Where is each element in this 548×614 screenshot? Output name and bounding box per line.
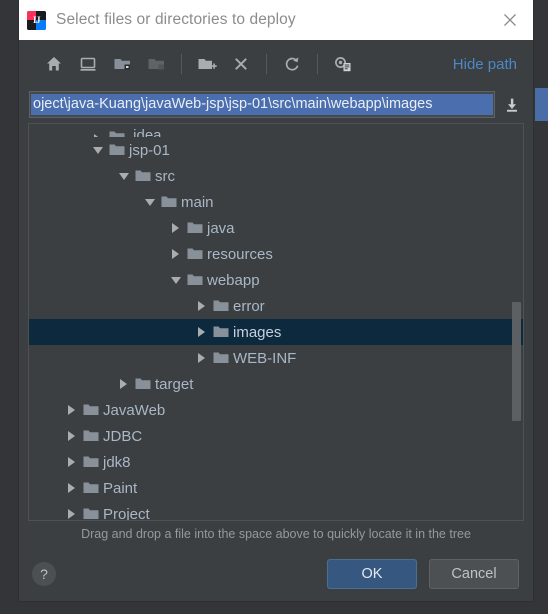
chevron-down-icon[interactable] (89, 146, 106, 154)
tree-row-web-inf[interactable]: WEB-INF (29, 345, 523, 371)
tree-row-java[interactable]: java (29, 215, 523, 241)
chevron-right-icon[interactable] (63, 405, 80, 415)
tree-scrollbar-thumb[interactable] (512, 302, 521, 421)
tree-row-label: src (155, 167, 175, 185)
tree-row-label: error (233, 297, 265, 315)
tree-row-main[interactable]: main (29, 189, 523, 215)
download-icon[interactable] (499, 91, 525, 118)
cancel-button[interactable]: Cancel (429, 559, 519, 589)
hide-path-link[interactable]: Hide path (453, 56, 517, 73)
chevron-right-icon[interactable] (167, 249, 184, 259)
toolbar-separator (317, 54, 318, 74)
dialog-toolbar: Hide path (19, 40, 533, 88)
folder-icon (184, 247, 205, 261)
chevron-right-icon[interactable] (63, 431, 80, 441)
tree-row-error[interactable]: error (29, 293, 523, 319)
tree-row-label: Paint (103, 479, 138, 497)
tree-row-resources[interactable]: resources (29, 241, 523, 267)
folder-icon (132, 377, 153, 391)
path-input-value: oject\java-Kuang\javaWeb-jsp\jsp-01\src\… (33, 95, 433, 112)
dialog-button-bar: ? OK Cancel (19, 547, 533, 601)
tree-row-label: images (233, 323, 282, 341)
directory-tree[interactable]: .idea jsp-01 src main java resources webapp err… (29, 124, 523, 520)
tree-row-jdbc[interactable]: JDBC (29, 423, 523, 449)
chevron-right-icon[interactable] (193, 301, 210, 311)
dialog-titlebar: IJ Select files or directories to deploy (19, 0, 533, 40)
module-folder-icon[interactable] (139, 48, 173, 80)
tree-row-label: JavaWeb (103, 401, 166, 419)
window-left-edge (0, 0, 18, 614)
show-hidden-files-icon[interactable] (326, 48, 360, 80)
intellij-idea-logo-icon: IJ (27, 10, 46, 30)
path-input[interactable]: oject\java-Kuang\javaWeb-jsp\jsp-01\src\… (29, 91, 495, 118)
tree-row-label: main (181, 193, 214, 211)
delete-icon[interactable] (224, 48, 258, 80)
ok-button[interactable]: OK (327, 559, 417, 589)
tree-row--idea[interactable]: .idea (29, 124, 523, 137)
chevron-right-icon[interactable] (63, 457, 80, 467)
tree-row-label: webapp (207, 271, 260, 289)
tree-row-label: java (207, 219, 235, 237)
tree-row-jsp-01[interactable]: jsp-01 (29, 137, 523, 163)
tree-row-label: JDBC (103, 427, 143, 445)
tree-row-label: jsp-01 (129, 141, 170, 159)
folder-icon (210, 325, 231, 339)
home-icon[interactable] (37, 48, 71, 80)
folder-icon (210, 351, 231, 365)
chevron-right-icon[interactable] (63, 509, 80, 519)
tree-row-jdk8[interactable]: jdk8 (29, 449, 523, 475)
tree-row-javaweb[interactable]: JavaWeb (29, 397, 523, 423)
chevron-right-icon[interactable] (63, 483, 80, 493)
folder-icon (210, 299, 231, 313)
window-bottom-edge (0, 602, 548, 614)
toolbar-separator (266, 54, 267, 74)
tree-row-label: Project (103, 505, 150, 521)
chevron-down-icon[interactable] (115, 172, 132, 180)
folder-icon (158, 195, 179, 209)
folder-icon (106, 143, 127, 157)
folder-icon (184, 273, 205, 287)
chevron-right-icon[interactable] (193, 327, 210, 337)
tree-row-label: target (155, 375, 194, 393)
chevron-down-icon[interactable] (141, 198, 158, 206)
tree-row-paint[interactable]: Paint (29, 475, 523, 501)
directory-tree-panel: .idea jsp-01 src main java resources webapp err… (28, 123, 524, 521)
folder-icon (80, 507, 101, 520)
folder-icon (132, 169, 153, 183)
tree-scrollbar[interactable] (511, 124, 522, 520)
project-folder-icon[interactable] (105, 48, 139, 80)
chevron-right-icon[interactable] (115, 379, 132, 389)
drag-drop-hint: Drag and drop a file into the space abov… (81, 527, 471, 541)
new-folder-icon[interactable] (190, 48, 224, 80)
folder-icon (184, 221, 205, 235)
tree-row-label: .idea (129, 127, 162, 137)
folder-icon (80, 403, 101, 417)
folder-icon (80, 481, 101, 495)
refresh-icon[interactable] (275, 48, 309, 80)
desktop-icon[interactable] (71, 48, 105, 80)
tree-row-src[interactable]: src (29, 163, 523, 189)
chevron-down-icon[interactable] (167, 276, 184, 284)
folder-icon (80, 455, 101, 469)
folder-icon (106, 130, 127, 137)
tree-row-label: WEB-INF (233, 349, 297, 367)
help-button[interactable]: ? (32, 562, 56, 586)
select-files-dialog: IJ Select files or directories to deploy (18, 0, 534, 602)
tree-row-target[interactable]: target (29, 371, 523, 397)
tree-row-label: jdk8 (103, 453, 131, 471)
path-bar: oject\java-Kuang\javaWeb-jsp\jsp-01\src\… (19, 88, 533, 121)
tree-row-webapp[interactable]: webapp (29, 267, 523, 293)
desktop-background: IJ Select files or directories to deploy (0, 0, 548, 614)
tree-row-label: resources (207, 245, 273, 263)
background-window-accent (535, 88, 548, 121)
tree-row-images[interactable]: images (29, 319, 523, 345)
toolbar-separator (181, 54, 182, 74)
folder-icon (80, 429, 101, 443)
dialog-title: Select files or directories to deploy (56, 11, 296, 28)
close-icon[interactable] (493, 3, 527, 37)
tree-row-project[interactable]: Project (29, 501, 523, 520)
chevron-right-icon[interactable] (167, 223, 184, 233)
chevron-right-icon[interactable] (193, 353, 210, 363)
